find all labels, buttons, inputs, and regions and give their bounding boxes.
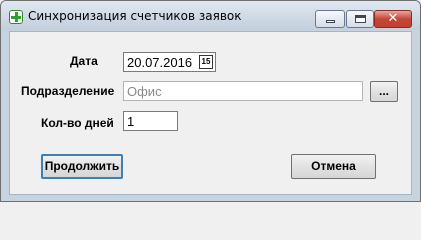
date-value: 20.07.2016	[127, 55, 193, 70]
maximize-icon	[355, 15, 366, 23]
dialog-window: Синхронизация счетчиков заявок ✕ Дата 20…	[0, 0, 421, 202]
maximize-button[interactable]	[346, 10, 374, 28]
window-title: Синхронизация счетчиков заявок	[28, 9, 242, 23]
dialog-client-area: Дата 20.07.2016 15 Подразделение Офис ..…	[9, 31, 412, 195]
days-label: Кол-во дней	[41, 116, 114, 130]
calendar-icon[interactable]: 15	[199, 55, 213, 69]
app-icon	[9, 10, 23, 24]
minimize-button[interactable]	[315, 10, 345, 28]
title-bar[interactable]: Синхронизация счетчиков заявок ✕	[1, 1, 420, 30]
department-field[interactable]: Офис	[123, 81, 363, 101]
minimize-icon	[326, 20, 335, 23]
close-icon: ✕	[387, 11, 399, 26]
date-field[interactable]: 20.07.2016 15	[123, 52, 216, 72]
close-button[interactable]: ✕	[374, 10, 412, 28]
date-label: Дата	[70, 54, 98, 68]
days-field[interactable]: 1	[123, 111, 178, 131]
department-value: Офис	[127, 84, 162, 99]
days-value: 1	[127, 114, 135, 129]
department-label: Подразделение	[21, 84, 115, 98]
cancel-button[interactable]: Отмена	[291, 154, 376, 179]
continue-button[interactable]: Продолжить	[41, 154, 123, 179]
department-browse-button[interactable]: ...	[370, 81, 398, 102]
